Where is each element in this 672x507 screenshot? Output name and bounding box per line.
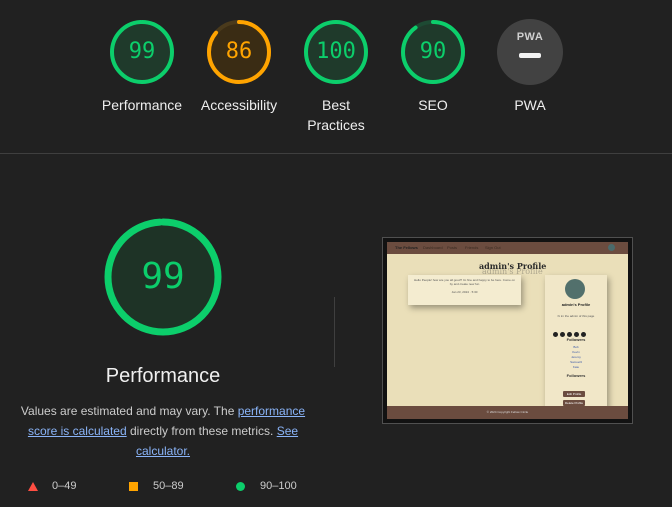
category-best-practices[interactable]: 100 Best Practices (281, 19, 391, 135)
performance-label: Performance (101, 97, 183, 113)
section-divider (0, 153, 672, 154)
screenshot-brand: The Fellows (395, 245, 418, 250)
best-practices-score: 100 (316, 39, 356, 64)
best-practices-label: Best Practices (307, 97, 365, 133)
screenshot-nav-link: Dashboard (423, 245, 443, 250)
screenshot-follower: Samuel3 (570, 360, 582, 364)
pwa-badge: PWA (497, 19, 563, 85)
screenshot-follower: Kevin (572, 350, 580, 354)
main-performance-gauge: 99 (103, 217, 223, 337)
screenshot-profile-name: admin's Profile (561, 302, 591, 307)
legend-average-range: 50–89 (153, 480, 184, 492)
performance-gauge: 99 (109, 19, 175, 85)
screenshot-profile-avatar (565, 279, 585, 299)
screenshot-follower: Kate (572, 365, 580, 369)
category-performance[interactable]: 99 Performance (87, 19, 197, 115)
screenshot-footer: © 2024 Copyright Fellow Circle (387, 406, 628, 419)
pwa-dash-icon (519, 53, 541, 58)
seo-gauge: 90 (400, 19, 466, 85)
accessibility-score: 86 (225, 39, 253, 64)
screenshot-navbar: The Fellows Dashboard Posts Friends Sign… (387, 242, 628, 254)
screenshot-follower: Bob (573, 345, 579, 349)
screenshot-edit-button: Edit Profile (563, 391, 585, 397)
performance-description: Values are estimated and may vary. The p… (20, 404, 306, 458)
screenshot-following-title: Followers (566, 373, 586, 378)
screenshot-post-meta: Jan 23, 2024 · 5:30 (451, 290, 478, 294)
lighthouse-report: 99 Performance 86 Accessibility 100 Best… (0, 0, 672, 507)
screenshot-social-icons (553, 324, 599, 337)
pwa-label: PWA (514, 97, 546, 113)
main-performance-score: 99 (141, 256, 185, 297)
red-triangle-icon (28, 482, 38, 491)
category-accessibility[interactable]: 86 Accessibility (184, 19, 294, 115)
legend-fail-range: 0–49 (52, 480, 77, 492)
accessibility-gauge: 86 (206, 19, 272, 85)
screenshot-avatar-icon (608, 244, 615, 251)
screenshot-followers-title: Followers (566, 337, 586, 342)
screenshot-page: The Fellows Dashboard Posts Friends Sign… (387, 242, 628, 419)
screenshot-nav-link: Friends (465, 245, 479, 250)
screenshot-follower: Jeremy (571, 355, 581, 359)
seo-score: 90 (419, 39, 447, 64)
seo-label: SEO (418, 97, 448, 113)
green-circle-icon (236, 482, 245, 491)
main-performance-title: Performance (105, 365, 221, 387)
screenshot-post-card: Hello People! how are you all good? Im f… (408, 275, 521, 305)
screenshot-profile-bio: hi im the admin of this page (557, 314, 595, 318)
orange-square-icon (129, 482, 138, 491)
pwa-badge-text: PWA (516, 31, 544, 43)
vertical-divider (334, 297, 335, 367)
category-seo[interactable]: 90 SEO (378, 19, 488, 115)
best-practices-gauge: 100 (303, 19, 369, 85)
performance-score: 99 (128, 39, 156, 64)
screenshot-profile-card: admin's Profile hi im the admin of this … (545, 275, 607, 410)
screenshot-nav-link: Posts (447, 245, 458, 250)
category-pwa[interactable]: PWA PWA (475, 19, 585, 115)
final-screenshot-thumbnail[interactable]: The Fellows Dashboard Posts Friends Sign… (382, 237, 633, 424)
legend-pass-range: 90–100 (260, 480, 297, 492)
screenshot-nav-link: Sign Out (485, 245, 501, 250)
screenshot-post-text: Hello People! how are you all good? Im f… (414, 278, 515, 286)
accessibility-label: Accessibility (200, 97, 278, 113)
